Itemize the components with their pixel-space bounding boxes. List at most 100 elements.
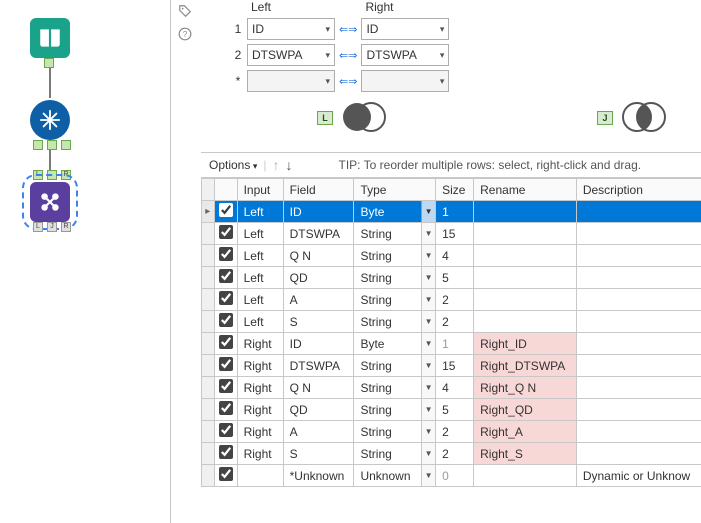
tool-node-input[interactable] [30,18,70,58]
cell-size[interactable]: 15 [436,223,474,245]
cell-field[interactable]: *Unknown [283,465,354,487]
cell-input[interactable] [237,465,283,487]
row-checkbox[interactable] [219,313,233,327]
join-left-select[interactable]: ▾ [247,70,335,92]
cell-type[interactable]: String▼ [354,377,436,399]
cell-input[interactable]: Right [237,333,283,355]
workflow-canvas[interactable]: L R L J R [0,0,170,523]
cell-size[interactable]: 15 [436,355,474,377]
table-row[interactable]: LeftDTSWPAString▼15 [202,223,701,245]
cell-field[interactable]: Q N [283,245,354,267]
cell-description[interactable]: Dynamic or Unknow [576,465,701,487]
anchor-in-r[interactable]: R [61,170,71,180]
cell-description[interactable] [576,223,701,245]
options-dropdown[interactable]: Options ▾ [209,158,257,172]
table-row[interactable]: LeftSString▼2 [202,311,701,333]
cell-rename[interactable] [474,223,577,245]
cell-field[interactable]: ID [283,333,354,355]
chevron-down-icon[interactable]: ▼ [421,289,435,310]
chevron-down-icon[interactable]: ▼ [421,377,435,398]
cell-description[interactable] [576,245,701,267]
row-checkbox[interactable] [219,225,233,239]
row-checkbox[interactable] [219,467,233,481]
chevron-down-icon[interactable]: ▼ [421,443,435,464]
cell-size[interactable]: 4 [436,377,474,399]
row-checkbox[interactable] [219,445,233,459]
cell-description[interactable] [576,355,701,377]
cell-description[interactable] [576,333,701,355]
col-field[interactable]: Field [283,179,354,201]
col-description[interactable]: Description [576,179,701,201]
cell-rename[interactable] [474,201,577,223]
cell-input[interactable]: Right [237,377,283,399]
cell-rename[interactable]: Right_ID [474,333,577,355]
cell-field[interactable]: S [283,443,354,465]
chevron-down-icon[interactable]: ▼ [421,223,435,244]
chevron-down-icon[interactable]: ▼ [421,245,435,266]
cell-size[interactable]: 4 [436,245,474,267]
join-left-select[interactable]: DTSWPA▾ [247,44,335,66]
cell-description[interactable] [576,399,701,421]
cell-rename[interactable]: Right_DTSWPA [474,355,577,377]
chevron-down-icon[interactable]: ▼ [421,311,435,332]
cell-size[interactable]: 2 [436,311,474,333]
cell-input[interactable]: Left [237,311,283,333]
cell-type[interactable]: String▼ [354,355,436,377]
cell-description[interactable] [576,443,701,465]
chevron-down-icon[interactable]: ▼ [421,399,435,420]
table-row[interactable]: LeftQDString▼5 [202,267,701,289]
cell-rename[interactable] [474,267,577,289]
cell-type[interactable]: Unknown▼ [354,465,436,487]
table-row[interactable]: LeftQ NString▼4 [202,245,701,267]
anchor-out-j[interactable]: J [47,222,57,232]
col-rename[interactable]: Rename [474,179,577,201]
table-row[interactable]: RightQ NString▼4Right_Q N [202,377,701,399]
cell-type[interactable]: String▼ [354,421,436,443]
cell-type[interactable]: String▼ [354,223,436,245]
row-checkbox[interactable] [219,269,233,283]
tag-icon[interactable] [178,4,192,21]
cell-input[interactable]: Right [237,399,283,421]
col-type[interactable]: Type [354,179,436,201]
cell-rename[interactable] [474,465,577,487]
swap-icon[interactable]: ⇐⇒ [339,23,357,36]
cell-input[interactable]: Left [237,223,283,245]
cell-size[interactable]: 5 [436,399,474,421]
row-checkbox[interactable] [219,203,233,217]
cell-type[interactable]: String▼ [354,245,436,267]
row-checkbox[interactable] [219,379,233,393]
cell-rename[interactable]: Right_S [474,443,577,465]
cell-size[interactable]: 2 [436,443,474,465]
cell-input[interactable]: Right [237,355,283,377]
table-row[interactable]: RightIDByte▼1Right_ID [202,333,701,355]
cell-input[interactable]: Left [237,267,283,289]
cell-size[interactable]: 2 [436,421,474,443]
cell-rename[interactable]: Right_QD [474,399,577,421]
cell-field[interactable]: A [283,421,354,443]
swap-icon[interactable]: ⇐⇒ [339,49,357,62]
cell-input[interactable]: Left [237,245,283,267]
swap-icon[interactable]: ⇐⇒ [339,75,357,88]
venn-left[interactable]: L [341,101,387,136]
table-row[interactable]: RightSString▼2Right_S [202,443,701,465]
row-checkbox[interactable] [219,291,233,305]
cell-type[interactable]: String▼ [354,311,436,333]
row-checkbox[interactable] [219,423,233,437]
row-checkbox[interactable] [219,335,233,349]
cell-type[interactable]: String▼ [354,267,436,289]
cell-field[interactable]: QD [283,267,354,289]
cell-type[interactable]: String▼ [354,289,436,311]
cell-size[interactable]: 1 [436,201,474,223]
table-row[interactable]: LeftIDByte▼1 [202,201,701,223]
cell-rename[interactable]: Right_A [474,421,577,443]
cell-rename[interactable]: Right_Q N [474,377,577,399]
join-right-select[interactable]: ID▾ [361,18,449,40]
cell-description[interactable] [576,377,701,399]
move-down-button[interactable]: ↓ [286,157,293,173]
venn-join[interactable]: J [621,101,667,136]
table-row[interactable]: RightQDString▼5Right_QD [202,399,701,421]
cell-type[interactable]: Byte▼ [354,333,436,355]
chevron-down-icon[interactable]: ▼ [421,333,435,354]
anchor-in-j[interactable] [47,170,57,180]
cell-field[interactable]: DTSWPA [283,223,354,245]
